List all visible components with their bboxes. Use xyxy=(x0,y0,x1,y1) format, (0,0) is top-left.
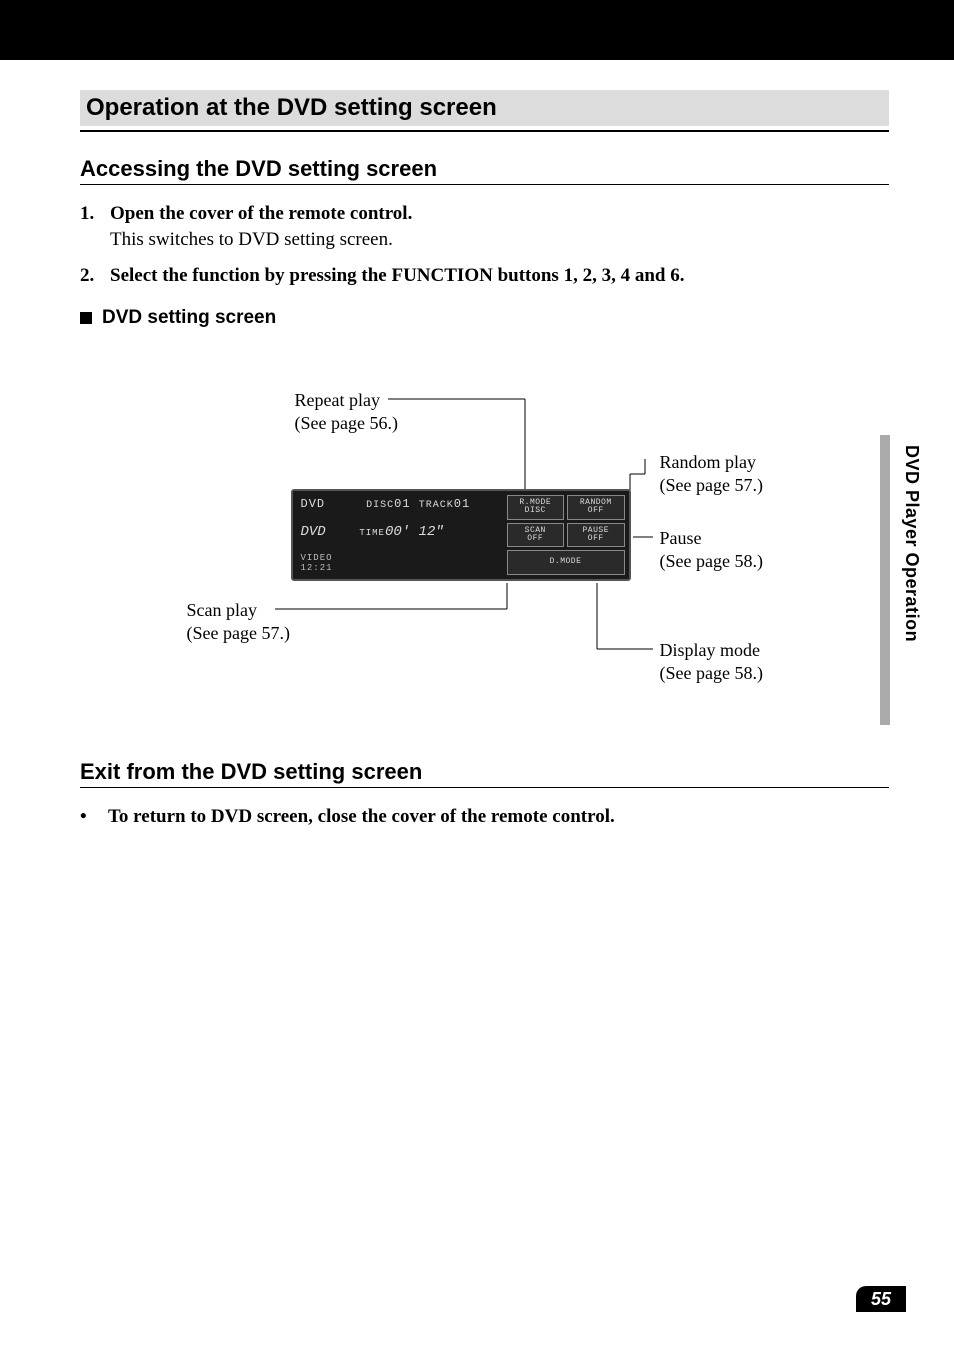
step-title: Open the cover of the remote control. xyxy=(110,203,412,224)
dvd-setting-screen-label: DVD setting screen xyxy=(80,307,889,329)
callout-display-mode: Display mode (See page 58.) xyxy=(660,639,763,684)
dvd-setting-diagram: Repeat play (See page 56.) Random play (… xyxy=(105,359,865,719)
callout-line1: Scan play xyxy=(187,599,290,622)
callout-repeat-play: Repeat play (See page 56.) xyxy=(295,389,398,434)
exit-bullet-line: • To return to DVD screen, close the cov… xyxy=(80,806,889,828)
subheading-rule-1 xyxy=(80,184,889,185)
device-row1: DVD DISC01 TRACK01 xyxy=(301,497,495,511)
callout-line2: (See page 58.) xyxy=(660,662,763,685)
section-underline xyxy=(80,130,889,132)
callout-pause: Pause (See page 58.) xyxy=(660,527,763,572)
subheading-exit: Exit from the DVD setting screen xyxy=(80,759,889,785)
section-title-bar: Operation at the DVD setting screen xyxy=(80,90,889,126)
square-bullet-icon xyxy=(80,312,92,324)
btn-line2: OFF xyxy=(588,507,604,515)
device-left-panel: DVD DISC01 TRACK01 DVD TIME00' 12" VIDEO… xyxy=(293,491,503,579)
device-track-num: 01 xyxy=(454,497,470,511)
clock-label: 12:21 xyxy=(301,563,333,573)
video-label: VIDEO xyxy=(301,553,333,563)
bullet-dot: • xyxy=(80,806,108,828)
exit-bullet-text: To return to DVD screen, close the cover… xyxy=(108,806,615,828)
step-body: Open the cover of the remote control. Th… xyxy=(110,203,889,251)
callout-line1: Random play xyxy=(660,451,763,474)
callout-line2: (See page 57.) xyxy=(660,474,763,497)
device-disc-num: 01 xyxy=(394,497,410,511)
device-row2: DVD TIME00' 12" xyxy=(301,524,495,540)
step-title: Select the function by pressing the FUNC… xyxy=(110,265,684,286)
dvd-setting-screen-text: DVD setting screen xyxy=(102,307,276,328)
step-number: 1. xyxy=(80,203,110,251)
device-dvd-label: DVD xyxy=(301,497,326,511)
device-row3: VIDEO 12:21 xyxy=(301,553,495,573)
device-right-panel: R.MODE DISC RANDOM OFF SCAN OFF PAUSE OF… xyxy=(503,491,629,579)
section-title: Operation at the DVD setting screen xyxy=(86,94,883,122)
callout-line1: Display mode xyxy=(660,639,763,662)
top-black-bar xyxy=(0,0,954,60)
device-track-label: TRACK xyxy=(419,500,454,511)
btn-line2: DISC xyxy=(525,507,546,515)
steps-list: 1. Open the cover of the remote control.… xyxy=(80,203,889,287)
device-btn-rmode: R.MODE DISC xyxy=(507,495,565,520)
page-content: Operation at the DVD setting screen Acce… xyxy=(0,60,954,828)
step-2: 2. Select the function by pressing the F… xyxy=(80,265,889,287)
callout-line1: Repeat play xyxy=(295,389,398,412)
page-number: 55 xyxy=(871,1289,891,1310)
callout-line1: Pause xyxy=(660,527,763,550)
btn-line2: OFF xyxy=(588,535,604,543)
device-btn-pause: PAUSE OFF xyxy=(567,523,625,548)
subheading-rule-2 xyxy=(80,787,889,788)
step-number: 2. xyxy=(80,265,110,287)
page-number-badge: 55 xyxy=(856,1286,906,1312)
device-btn-dmode: D.MODE xyxy=(507,550,625,575)
step-note: This switches to DVD setting screen. xyxy=(110,229,889,251)
time-label: TIME xyxy=(359,528,385,538)
device-btn-random: RANDOM OFF xyxy=(567,495,625,520)
callout-scan-play: Scan play (See page 57.) xyxy=(187,599,290,644)
side-tab-bar xyxy=(880,435,890,725)
btn-line1: D.MODE xyxy=(550,558,582,566)
dvd-device-screen: DVD DISC01 TRACK01 DVD TIME00' 12" VIDEO… xyxy=(291,489,631,581)
subheading-accessing: Accessing the DVD setting screen xyxy=(80,156,889,182)
dvd-logo: DVD xyxy=(301,524,326,540)
callout-line2: (See page 56.) xyxy=(295,412,398,435)
side-tab-label: DVD Player Operation xyxy=(901,445,922,642)
callout-random-play: Random play (See page 57.) xyxy=(660,451,763,496)
step-body: Select the function by pressing the FUNC… xyxy=(110,265,889,287)
device-btn-scan: SCAN OFF xyxy=(507,523,565,548)
callout-line2: (See page 58.) xyxy=(660,550,763,573)
callout-line2: (See page 57.) xyxy=(187,622,290,645)
time-value: 00' 12" xyxy=(385,524,444,540)
device-disc-label: DISC xyxy=(366,500,394,511)
step-1: 1. Open the cover of the remote control.… xyxy=(80,203,889,251)
btn-line2: OFF xyxy=(527,535,543,543)
